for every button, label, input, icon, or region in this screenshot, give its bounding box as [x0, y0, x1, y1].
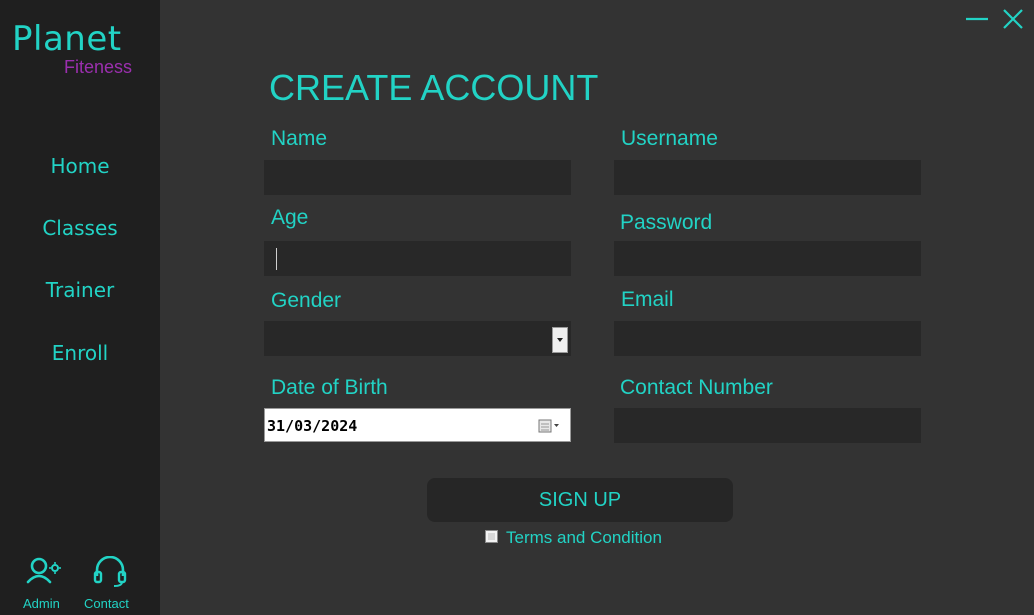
password-label: Password [620, 211, 713, 234]
username-label: Username [621, 127, 718, 150]
sidebar-item-trainer[interactable]: Trainer [0, 278, 160, 302]
name-field[interactable] [264, 160, 571, 195]
password-field[interactable] [614, 241, 921, 276]
email-field[interactable] [614, 321, 921, 356]
text-cursor [276, 248, 277, 270]
user-gear-icon[interactable] [25, 556, 65, 586]
gender-label: Gender [271, 289, 342, 312]
admin-label[interactable]: Admin [23, 596, 60, 611]
name-label: Name [271, 127, 328, 150]
brand-title: Planet [12, 19, 122, 59]
terms-checkbox[interactable] [485, 530, 498, 543]
username-field[interactable] [614, 160, 921, 195]
headset-icon[interactable] [92, 555, 128, 588]
dob-label: Date of Birth [271, 376, 388, 399]
sidebar: Planet Fiteness Home Classes Trainer Enr… [0, 0, 160, 615]
contact-label[interactable]: Contact [84, 596, 129, 611]
email-label: Email [621, 288, 674, 311]
age-field[interactable] [264, 241, 571, 276]
minimize-icon[interactable] [964, 6, 990, 32]
contact-number-field[interactable] [614, 408, 921, 443]
sign-up-label: SIGN UP [538, 488, 622, 511]
sign-up-button[interactable]: SIGN UP [427, 478, 733, 522]
dob-picker[interactable]: 31/03/2024 [264, 408, 571, 442]
sidebar-item-classes[interactable]: Classes [0, 216, 160, 240]
chevron-down-icon[interactable] [552, 327, 568, 353]
gender-select[interactable] [264, 321, 571, 356]
dob-value[interactable]: 31/03/2024 [267, 417, 357, 435]
terms-label[interactable]: Terms and Condition [506, 528, 662, 548]
sidebar-item-home[interactable]: Home [0, 154, 160, 178]
close-icon[interactable] [1000, 6, 1026, 32]
age-label: Age [271, 206, 309, 229]
page-title: CREATE ACCOUNT [269, 67, 599, 108]
contact-number-label: Contact Number [620, 376, 773, 399]
sidebar-item-enroll[interactable]: Enroll [0, 341, 160, 365]
brand-subtitle: Fiteness [64, 57, 133, 77]
calendar-icon[interactable] [538, 418, 564, 434]
